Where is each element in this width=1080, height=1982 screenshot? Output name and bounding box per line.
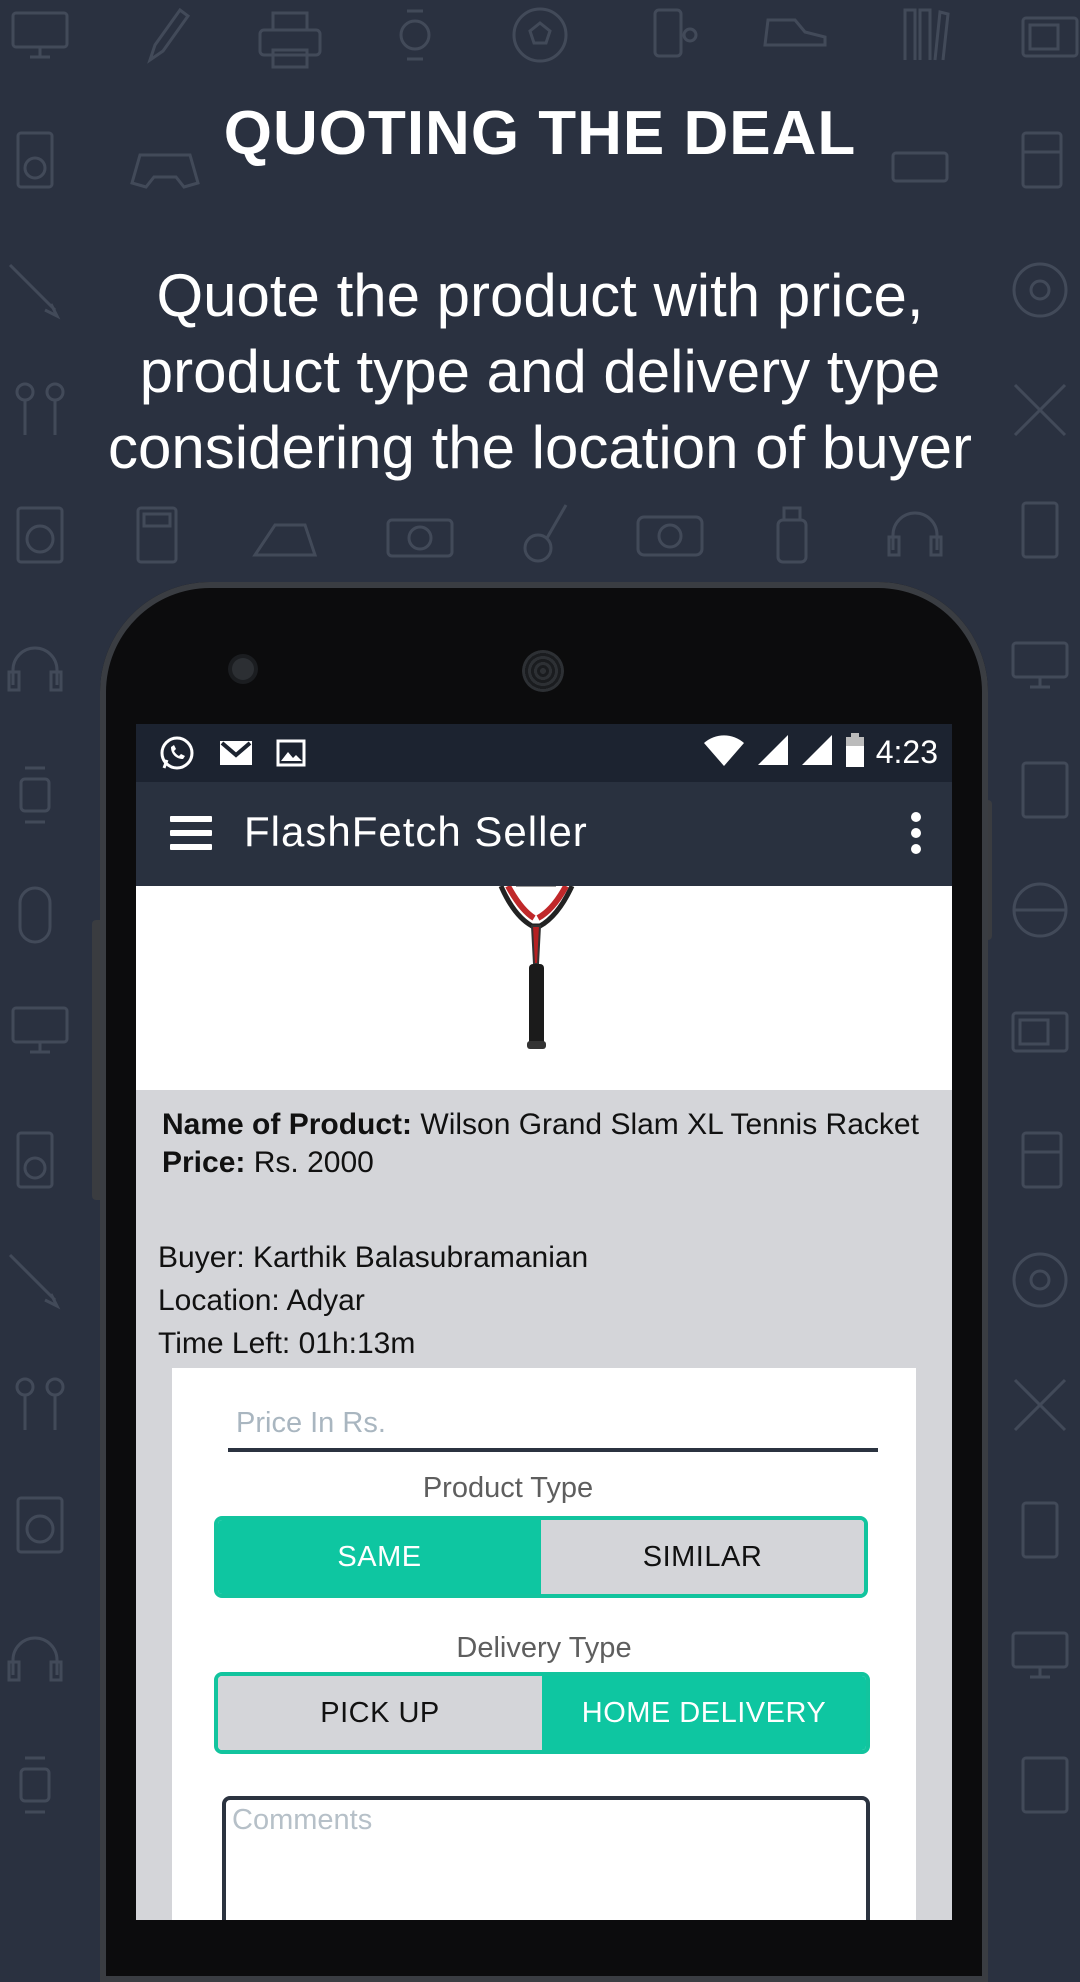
image-icon	[276, 739, 306, 772]
gmail-icon	[218, 739, 254, 772]
product-info: Name of Product: Wilson Grand Slam XL Te…	[162, 1106, 932, 1182]
product-type-same-button[interactable]: SAME	[218, 1520, 541, 1594]
fridge-icon-2	[1020, 1130, 1065, 1195]
camera-icon	[385, 510, 455, 565]
app-bar: FlashFetch Seller	[136, 782, 952, 886]
delivery-pickup-button[interactable]: PICK UP	[218, 1676, 542, 1750]
hamburger-menu-icon[interactable]	[170, 816, 212, 852]
basketball-icon	[1010, 880, 1070, 945]
wifi-icon	[702, 733, 746, 772]
pen-icon	[140, 5, 191, 70]
battery-icon	[844, 732, 866, 773]
brush-icon	[5, 260, 65, 325]
microwave-icon	[1020, 15, 1080, 65]
guitar-icon	[520, 500, 570, 570]
comments-field[interactable]	[222, 1796, 870, 1920]
microwave-icon-2	[1010, 1010, 1070, 1060]
product-image	[136, 884, 952, 1090]
tools-icon-2	[1010, 1375, 1070, 1440]
speaker-icon-2	[15, 1130, 55, 1195]
watch-icon-3	[15, 1755, 55, 1820]
monitor-icon-3	[10, 1005, 70, 1060]
price-input[interactable]	[228, 1398, 878, 1452]
washer-icon-2	[15, 1495, 65, 1560]
headphones-icon-2	[5, 640, 65, 700]
usb-icon	[775, 505, 810, 570]
signal-icon-2	[800, 733, 834, 772]
washer-icon	[15, 505, 65, 570]
ipod-icon	[1020, 500, 1060, 565]
overflow-menu-icon[interactable]	[906, 812, 926, 858]
buyer-name: Buyer: Karthik Balasubramanian	[158, 1241, 589, 1274]
delivery-type-toggle: PICK UP HOME DELIVERY	[214, 1672, 870, 1754]
product-type-similar-button[interactable]: SIMILAR	[541, 1520, 864, 1594]
watch-icon	[395, 5, 435, 70]
promo-subline: Quote the product with price, product ty…	[108, 262, 972, 481]
phone-sensor	[232, 658, 254, 680]
ipod-icon-2	[1020, 1500, 1060, 1565]
monitor-icon	[10, 10, 70, 65]
buyer-location: Location: Adyar	[158, 1284, 365, 1317]
product-type-toggle: SAME SIMILAR	[214, 1516, 868, 1598]
iron-icon	[250, 515, 320, 565]
headphones-icon-3	[5, 1630, 65, 1690]
product-price: Rs. 2000	[253, 1146, 374, 1179]
delivery-type-label: Delivery Type	[456, 1632, 632, 1664]
monitor-icon-2	[1010, 640, 1070, 695]
ball-icon-2	[1010, 1250, 1070, 1315]
product-name: Wilson Grand Slam XL Tennis Racket	[420, 1108, 919, 1141]
music-player-icon	[650, 5, 700, 70]
phone-earpiece	[522, 650, 564, 692]
tablet-icon-2	[1020, 1755, 1070, 1820]
tennis-racket-icon	[498, 884, 575, 1049]
delivery-home-button[interactable]: HOME DELIVERY	[542, 1676, 866, 1750]
watch-icon-2	[15, 765, 55, 830]
mouse-icon	[15, 885, 55, 950]
quote-form: Product Type SAME SIMILAR Delivery Type …	[172, 1368, 916, 1920]
status-bar: 4:23	[136, 724, 952, 782]
status-time: 4:23	[875, 734, 938, 770]
time-left: Time Left: 01h:13m	[158, 1327, 416, 1360]
promo-headline: QUOTING THE DEAL	[223, 99, 857, 168]
buyer-info: Buyer: Karthik Balasubramanian Location:…	[158, 1236, 588, 1365]
app-title: FlashFetch Seller	[244, 808, 588, 855]
signal-icon	[756, 733, 790, 772]
brush-icon-2	[5, 1250, 65, 1315]
phone-screen: 4:23 FlashFetch Seller Name of Product: …	[136, 724, 952, 1920]
product-price-label: Price:	[162, 1146, 246, 1179]
shoe-icon	[760, 15, 830, 60]
calculator-icon	[135, 505, 180, 570]
product-name-label: Name of Product:	[162, 1108, 413, 1141]
books-icon	[900, 5, 950, 70]
printer-icon	[255, 10, 325, 75]
whatsapp-icon	[158, 734, 196, 777]
soccer-ball-icon	[510, 5, 570, 70]
monitor-icon-4	[1010, 1630, 1070, 1685]
product-type-label: Product Type	[422, 1472, 594, 1504]
tablet-icon	[1020, 760, 1070, 825]
camera-icon-2	[635, 505, 705, 565]
earphones-icon-2	[10, 1375, 70, 1440]
headphones-icon	[885, 505, 945, 565]
